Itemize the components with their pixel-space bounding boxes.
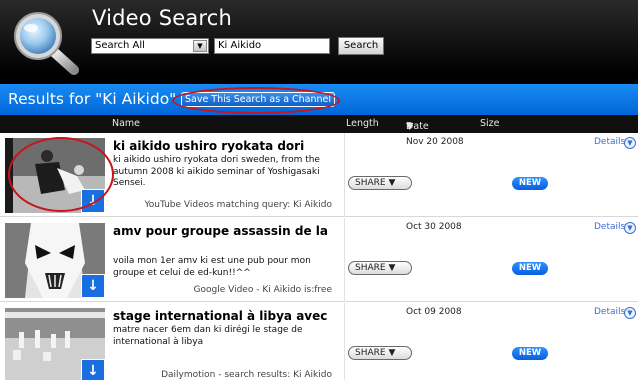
search-type-select[interactable]: Search All ▼ (91, 38, 209, 54)
share-label: SHARE (355, 263, 386, 273)
search-type-value: Search All (95, 40, 145, 51)
chevron-down-circle-icon[interactable]: ▼ (624, 137, 636, 149)
sort-descending-icon: ▼ (406, 121, 414, 132)
result-description: voila mon 1er amv ki est une pub pour mo… (113, 256, 311, 278)
result-description: matre nacer 6em dan ki dirégi le stage d… (113, 325, 303, 347)
annotation-oval-thumbnail (8, 137, 114, 212)
magnifier-icon (14, 12, 79, 75)
annotation-oval-save-channel (172, 87, 340, 114)
column-divider (344, 303, 345, 380)
video-thumbnail[interactable]: ↓ (5, 223, 105, 298)
header: Video Search Search All ▼ Ki Aikido Sear… (0, 0, 638, 84)
share-label: SHARE (355, 178, 386, 188)
share-label: SHARE (355, 348, 386, 358)
details-link[interactable]: Details (594, 222, 625, 232)
chevron-down-icon: ▼ (388, 263, 396, 273)
result-date: Nov 20 2008 (406, 137, 464, 147)
result-title[interactable]: stage international à libya avec (113, 309, 339, 323)
result-row[interactable]: ↓ stage international à libya avec matre… (0, 303, 638, 380)
chevron-down-circle-icon[interactable]: ▼ (624, 222, 636, 234)
result-source: Dailymotion - search results: Ki Aikido (161, 370, 332, 380)
column-name[interactable]: Name (112, 118, 140, 129)
new-badge: NEW (512, 177, 548, 190)
share-dropdown-button[interactable]: SHARE ▼ (348, 176, 412, 190)
chevron-down-circle-icon[interactable]: ▼ (624, 307, 636, 319)
app-title: Video Search (92, 6, 233, 30)
chevron-down-icon: ▼ (388, 178, 396, 188)
result-date: Oct 09 2008 (406, 307, 462, 317)
column-divider (344, 218, 345, 302)
chevron-down-icon: ▼ (388, 348, 396, 358)
chevron-down-icon[interactable]: ▼ (193, 40, 207, 52)
details-link[interactable]: Details (594, 137, 625, 147)
new-badge: NEW (512, 262, 548, 275)
result-title[interactable]: amv pour groupe assassin de la (113, 224, 339, 238)
result-description: ki aikido ushiro ryokata dori sweden, fr… (113, 155, 320, 188)
video-thumbnail[interactable]: ↓ (5, 308, 105, 380)
column-length[interactable]: Length (346, 118, 379, 129)
results-title: Results for "Ki Aikido" (8, 90, 177, 108)
result-source: Google Video - Ki Aikido is:free (193, 285, 332, 295)
download-arrow-icon[interactable]: ↓ (81, 359, 105, 380)
result-date: Oct 30 2008 (406, 222, 462, 232)
search-input[interactable]: Ki Aikido (214, 38, 330, 54)
column-divider (344, 133, 345, 217)
details-link[interactable]: Details (594, 307, 625, 317)
result-row[interactable]: ↓ amv pour groupe assassin de la voila m… (0, 218, 638, 302)
new-badge: NEW (512, 347, 548, 360)
share-dropdown-button[interactable]: SHARE ▼ (348, 261, 412, 275)
search-button[interactable]: Search (338, 37, 384, 55)
column-header: Name Length Date ▼ Size (0, 115, 638, 133)
download-arrow-icon[interactable]: ↓ (81, 274, 105, 298)
share-dropdown-button[interactable]: SHARE ▼ (348, 346, 412, 360)
column-size[interactable]: Size (480, 118, 500, 129)
result-source: YouTube Videos matching query: Ki Aikido (144, 200, 332, 210)
result-title[interactable]: ki aikido ushiro ryokata dori (113, 139, 339, 153)
video-search-app: Video Search Search All ▼ Ki Aikido Sear… (0, 0, 638, 380)
